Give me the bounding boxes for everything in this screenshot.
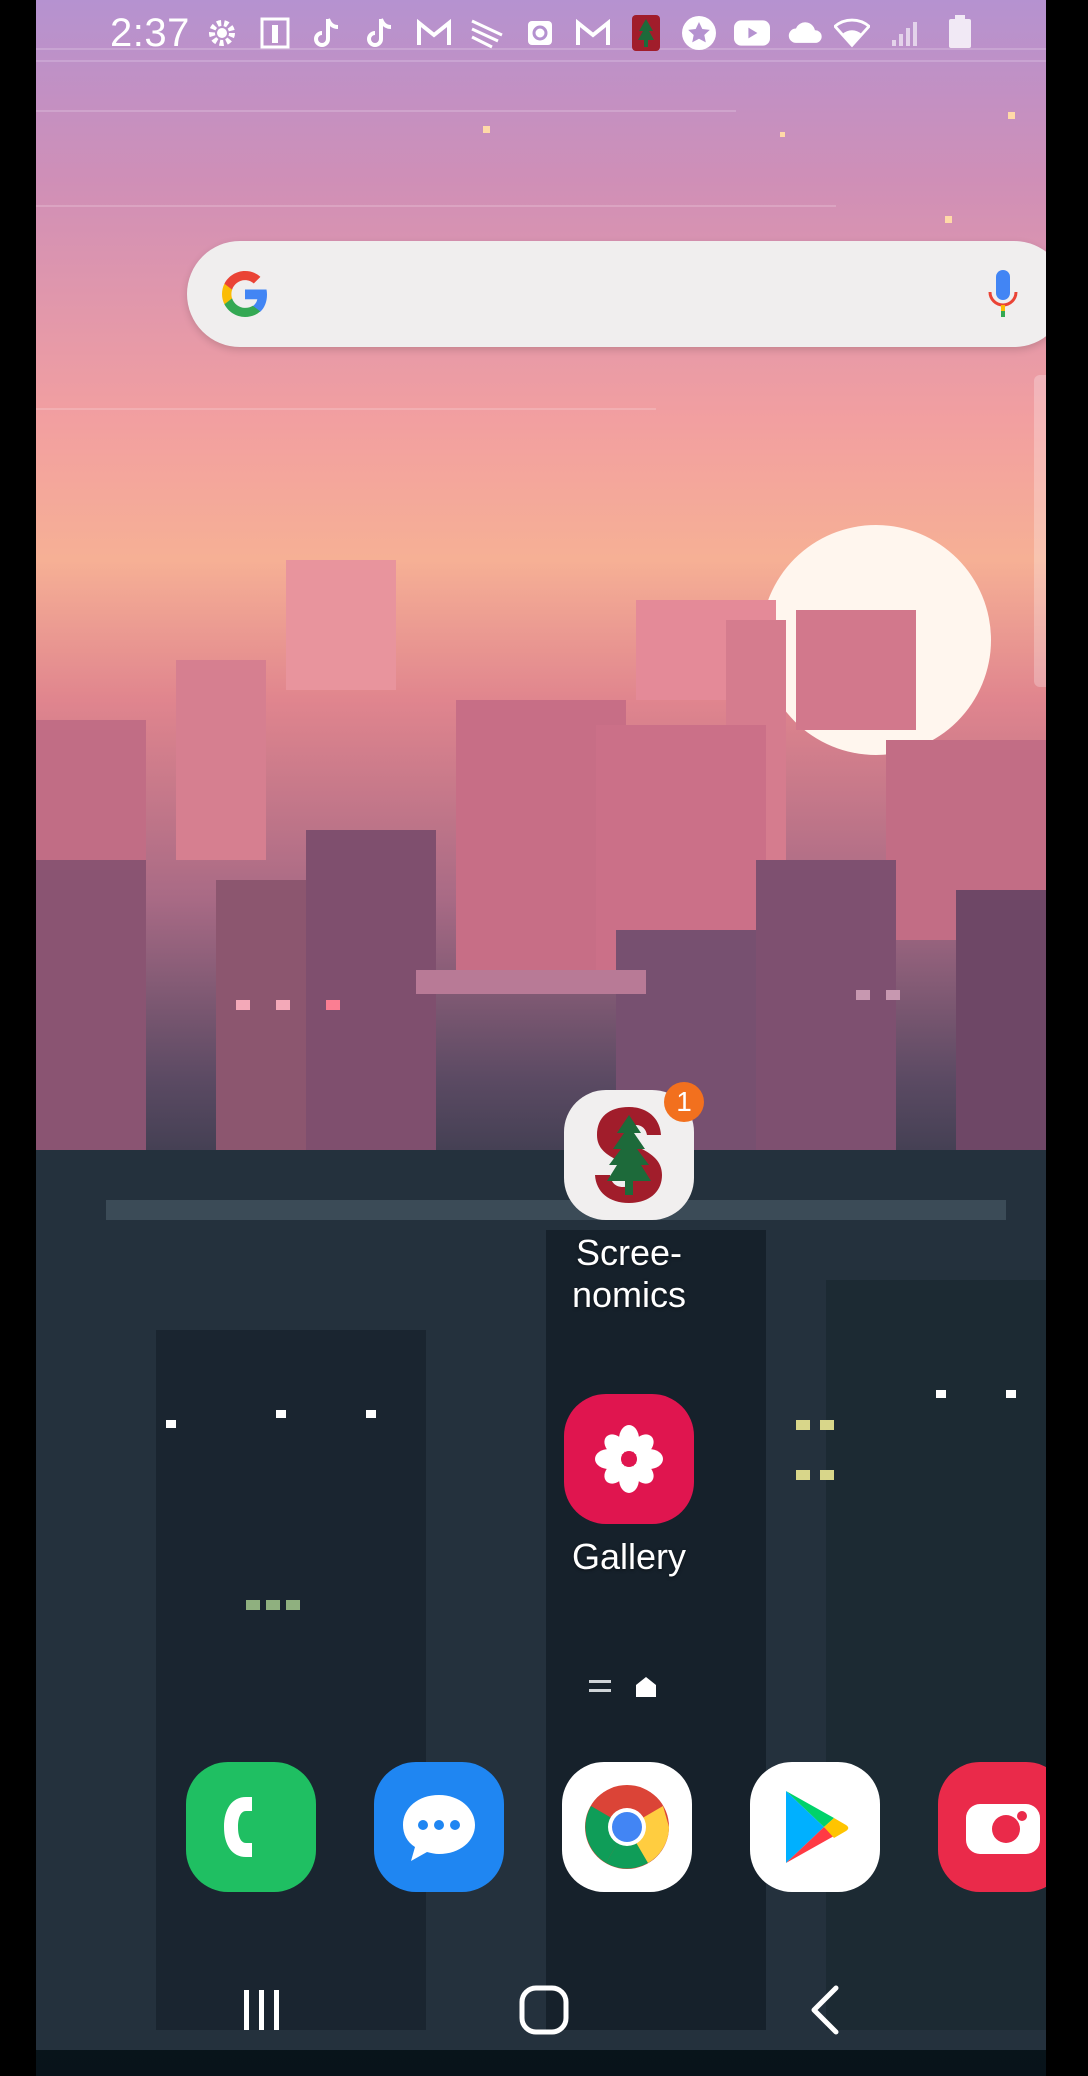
google-search-bar[interactable]: [187, 241, 1046, 347]
play-store-icon: [786, 1791, 849, 1863]
camera-icon: [966, 1804, 1040, 1854]
youtube-icon: [733, 15, 770, 51]
sprint-icon: [469, 15, 505, 51]
tiktok-icon: [310, 15, 346, 51]
cloud-icon: [787, 15, 823, 51]
google-g-icon: [222, 271, 267, 317]
notification-icons: [204, 15, 823, 51]
stanford-tree-icon: [595, 1107, 662, 1203]
recents-button[interactable]: [222, 1980, 302, 2040]
phone-icon: [224, 1797, 252, 1857]
wifi-icon: [834, 14, 870, 50]
status-bar: 2:37: [36, 0, 1046, 66]
stanford-icon: [628, 15, 664, 51]
menu-lines-icon: [589, 1680, 611, 1692]
battery-icon: [942, 14, 978, 50]
app-screenomics[interactable]: 1 Scree- nomics: [539, 1082, 719, 1316]
home-button[interactable]: [504, 1980, 584, 2040]
gmail-icon: [575, 15, 611, 51]
dock: [36, 1762, 1046, 1894]
alarm-icon: [522, 15, 558, 51]
chrome-icon: [585, 1785, 669, 1869]
star-icon: [681, 15, 717, 51]
gmail-icon: [416, 15, 452, 51]
app-label: Scree- nomics: [571, 1232, 687, 1315]
app-gallery[interactable]: Gallery: [539, 1394, 719, 1578]
tool-icon: [257, 15, 293, 51]
messages-icon: [403, 1795, 475, 1861]
app-tile: 1: [564, 1082, 704, 1220]
back-icon: [811, 1985, 839, 2035]
page-indicator[interactable]: [589, 1676, 657, 1698]
system-icons: [834, 14, 978, 50]
dock-messages[interactable]: [374, 1762, 504, 1892]
settings-icon: [204, 15, 240, 51]
app-label: Gallery: [571, 1536, 687, 1577]
clock: 2:37: [110, 10, 190, 55]
dock-phone[interactable]: [186, 1762, 316, 1892]
tiktok-icon: [363, 15, 399, 51]
mic-icon[interactable]: [985, 266, 1021, 322]
signal-icon: [888, 14, 924, 50]
edge-panel-handle[interactable]: [1034, 375, 1046, 687]
notification-badge: 1: [664, 1082, 704, 1122]
back-button[interactable]: [786, 1980, 866, 2040]
dock-chrome[interactable]: [562, 1762, 692, 1892]
dock-play-store[interactable]: [750, 1762, 880, 1892]
dock-camera[interactable]: [938, 1762, 1046, 1892]
navigation-bar: [36, 1960, 1046, 2060]
home-screen: 2:37 1 Scree- nomics Gallery: [36, 0, 1046, 2076]
home-icon: [636, 1677, 656, 1697]
recents-icon: [244, 1990, 279, 2030]
flower-icon: [595, 1425, 663, 1493]
home-button-icon: [519, 1985, 569, 2035]
app-tile: [564, 1394, 694, 1524]
